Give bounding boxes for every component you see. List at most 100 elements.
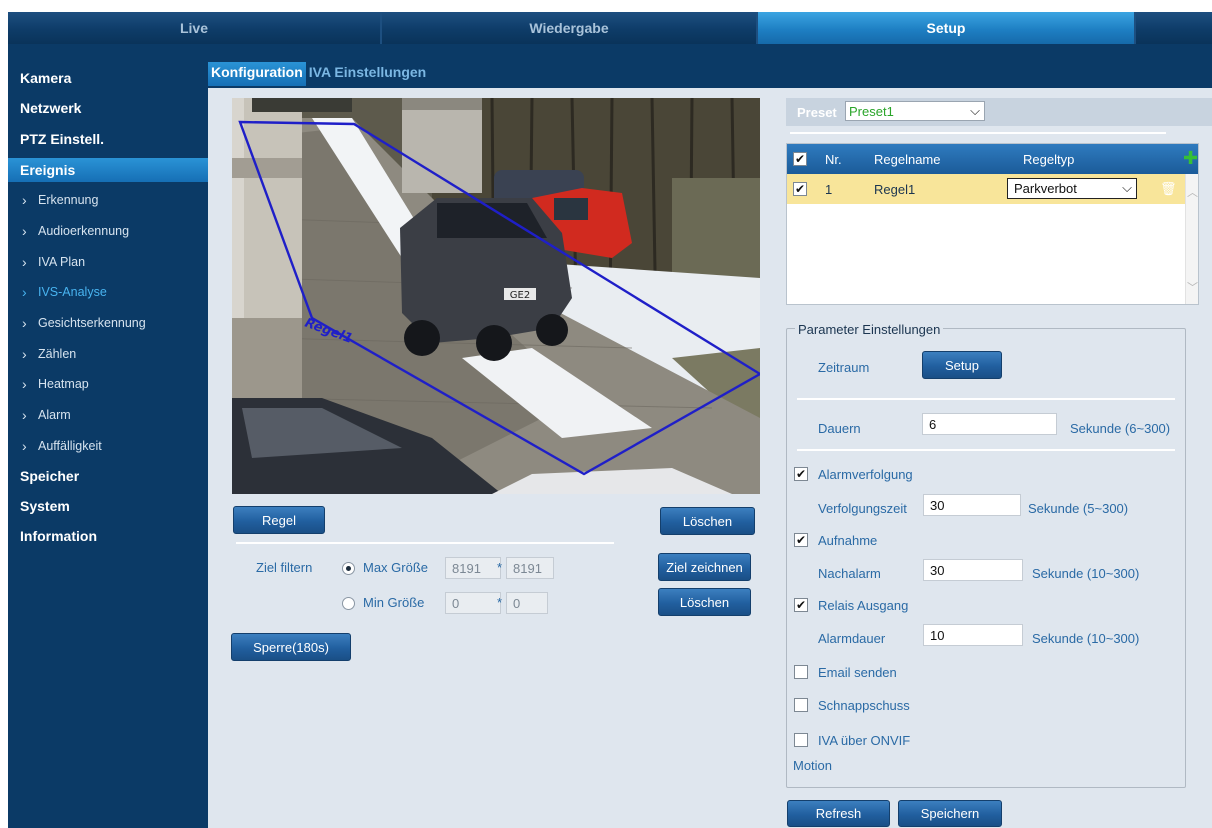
verfolgungszeit-unit: Sekunde (5~300) (1028, 501, 1129, 516)
video-preview[interactable]: GE2 Regel1 (232, 98, 760, 494)
add-rule-icon[interactable]: ✚ (1183, 148, 1198, 169)
onvif-label: IVA über ONVIF (818, 733, 911, 748)
scroll-down-icon[interactable]: ﹀ (1187, 279, 1198, 295)
email-checkbox[interactable] (794, 665, 808, 679)
tab-konfiguration[interactable]: Konfiguration (208, 62, 306, 86)
speichern-button[interactable]: Speichern (898, 800, 1002, 827)
min-size-radio[interactable] (342, 597, 355, 610)
sidebar-item-ereignis[interactable]: Ereignis (8, 158, 208, 182)
rules-table-header: ✔ Nr. Regelname Regeltyp ✚ (787, 144, 1198, 174)
loeschen-button[interactable]: Löschen (660, 507, 755, 535)
dauern-input[interactable]: 6 (922, 413, 1057, 435)
sidebar-item-label: IVS-Analyse (38, 285, 107, 299)
min-width-input[interactable]: 0 (445, 592, 501, 614)
max-size-radio[interactable] (342, 562, 355, 575)
sidebar-item-ptz[interactable]: PTZ Einstell. (8, 127, 208, 151)
chevron-right-icon: › (22, 407, 27, 423)
aufnahme-checkbox[interactable]: ✔ (794, 533, 808, 547)
times-symbol: * (497, 595, 503, 610)
scroll-up-icon[interactable]: ︿ (1187, 184, 1198, 200)
schnappschuss-label: Schnappschuss (818, 698, 910, 713)
motion-label: Motion (793, 758, 833, 773)
sidebar-item-information[interactable]: Information (8, 524, 208, 548)
sidebar-item-auffaelligkeit[interactable]: › Auffälligkeit (8, 434, 208, 458)
license-plate-text: GE2 (510, 290, 530, 301)
sidebar-item-system[interactable]: System (8, 494, 208, 518)
sub-tabs: Konfiguration IVA Einstellungen (208, 62, 429, 86)
min-height-input[interactable]: 0 (506, 592, 548, 614)
sidebar-item-label: Auffälligkeit (38, 439, 102, 453)
chevron-right-icon: › (22, 223, 27, 239)
sidebar-item-zaehlen[interactable]: › Zählen (8, 342, 208, 366)
tab-wiedergabe[interactable]: Wiedergabe (382, 12, 758, 44)
zeitraum-label: Zeitraum (818, 360, 870, 375)
dauern-unit: Sekunde (6~300) (1070, 421, 1171, 436)
tab-setup[interactable]: Setup (758, 12, 1136, 44)
sidebar-item-erkennung[interactable]: › Erkennung (8, 188, 208, 212)
verfolgungszeit-input[interactable]: 30 (923, 494, 1021, 516)
parameter-group-title: Parameter Einstellungen (795, 322, 944, 337)
chevron-right-icon: › (22, 376, 27, 392)
alarmverfolgung-label: Alarmverfolgung (818, 467, 913, 482)
onvif-checkbox[interactable] (794, 733, 808, 747)
regel-button[interactable]: Regel (233, 506, 325, 534)
tab-empty (1136, 12, 1212, 44)
delete-rule-icon[interactable]: 🗑 (1160, 181, 1177, 197)
row-checkbox[interactable]: ✔ (793, 182, 807, 196)
table-row[interactable]: ✔ 1 Regel1 Parkverbot ⌵ 🗑 (787, 174, 1185, 204)
tab-iva-einstellungen[interactable]: IVA Einstellungen (306, 62, 429, 86)
chevron-down-icon: ⌵ (1122, 180, 1132, 195)
sidebar-item-alarm[interactable]: › Alarm (8, 403, 208, 427)
divider (790, 132, 1166, 134)
divider (797, 398, 1175, 400)
chevron-right-icon: › (22, 192, 27, 208)
preset-select[interactable]: Preset1 ⌵ (845, 101, 985, 121)
relais-checkbox[interactable]: ✔ (794, 598, 808, 612)
sidebar-item-speicher[interactable]: Speicher (8, 464, 208, 488)
row-nr: 1 (825, 182, 833, 197)
chevron-right-icon: › (22, 284, 27, 300)
preset-label: Preset (797, 105, 837, 120)
sidebar-item-gesichtserkennung[interactable]: › Gesichtserkennung (8, 311, 208, 335)
select-all-checkbox[interactable]: ✔ (793, 152, 807, 166)
sidebar-item-label: Alarm (38, 408, 71, 422)
refresh-button[interactable]: Refresh (787, 800, 890, 827)
sidebar-item-netzwerk[interactable]: Netzwerk (8, 96, 208, 120)
sidebar-item-heatmap[interactable]: › Heatmap (8, 372, 208, 396)
ziel-zeichnen-button[interactable]: Ziel zeichnen (658, 553, 751, 581)
sperre-button[interactable]: Sperre(180s) (231, 633, 351, 661)
sidebar-item-iva-plan[interactable]: › IVA Plan (8, 250, 208, 274)
min-size-label: Min Größe (363, 595, 425, 610)
sidebar-item-label: Gesichtserkennung (38, 316, 146, 330)
sidebar: Kamera Netzwerk PTZ Einstell. Ereignis ›… (8, 44, 208, 828)
zeitraum-setup-button[interactable]: Setup (922, 351, 1002, 379)
email-label: Email senden (818, 665, 897, 680)
divider (236, 542, 614, 544)
sidebar-item-label: Heatmap (38, 377, 89, 391)
nachalarm-label: Nachalarm (818, 566, 881, 581)
nachalarm-input[interactable]: 30 (923, 559, 1023, 581)
dauern-label: Dauern (818, 421, 861, 436)
sidebar-item-label: Audioerkennung (38, 224, 130, 238)
parameter-group (786, 328, 1186, 788)
alarmdauer-input[interactable]: 10 (923, 624, 1023, 646)
row-regelname: Regel1 (874, 182, 916, 197)
max-width-input[interactable]: 8191 (445, 557, 501, 579)
sidebar-item-audioerkennung[interactable]: › Audioerkennung (8, 219, 208, 243)
schnappschuss-checkbox[interactable] (794, 698, 808, 712)
sidebar-item-ivs-analyse[interactable]: › IVS-Analyse (8, 280, 208, 304)
max-height-input[interactable]: 8191 (506, 557, 554, 579)
chevron-down-icon: ⌵ (970, 103, 980, 118)
chevron-right-icon: › (22, 254, 27, 270)
sidebar-item-kamera[interactable]: Kamera (8, 66, 208, 90)
chevron-right-icon: › (22, 438, 27, 454)
tab-live[interactable]: Live (8, 12, 382, 44)
rule-type-select[interactable]: Parkverbot ⌵ (1007, 178, 1137, 199)
alarmverfolgung-checkbox[interactable]: ✔ (794, 467, 808, 481)
loeschen-target-button[interactable]: Löschen (658, 588, 751, 616)
header-nr: Nr. (825, 152, 842, 167)
aufnahme-label: Aufnahme (818, 533, 878, 548)
header-regelname: Regelname (874, 152, 941, 167)
rules-table: ✔ Nr. Regelname Regeltyp ✚ ✔ 1 Regel1 Pa… (786, 143, 1199, 305)
table-scrollbar[interactable]: ︿ ﹀ (1185, 174, 1198, 304)
